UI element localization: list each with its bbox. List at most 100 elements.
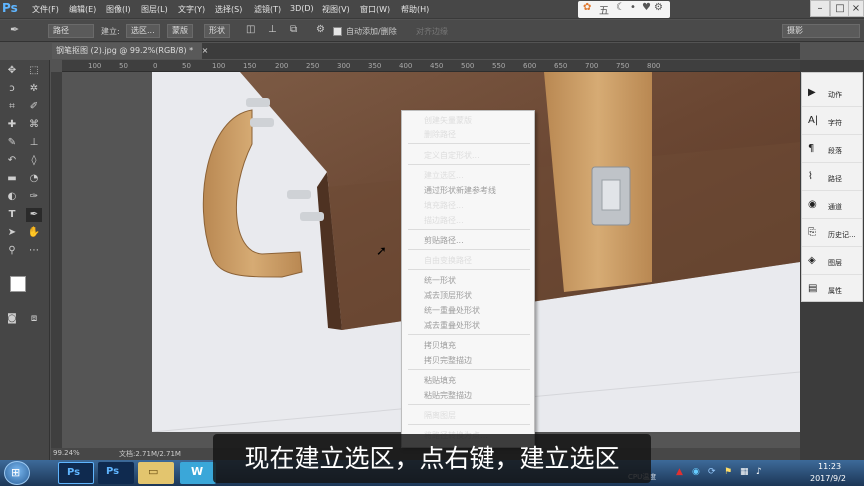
hand-tool-icon[interactable]: ✋ xyxy=(26,226,42,240)
menu-file[interactable]: 文件(F) xyxy=(32,4,59,15)
collapsed-panels: ▶ 动作 A| 字符 ¶ 段落 ⌇ 路径 ◉ 通道 ⎘ 历史记... ◈ 图层 ▤ 属性 xyxy=(801,72,863,302)
minimize-button[interactable]: – xyxy=(810,0,830,17)
workspace-select[interactable]: 摄影 xyxy=(782,24,860,38)
close-button[interactable]: × xyxy=(848,0,864,17)
panel-properties[interactable]: ▤ 属性 xyxy=(802,277,862,303)
menu-separator xyxy=(408,164,530,165)
ime-mode[interactable]: 五 xyxy=(599,2,609,17)
marquee-tool-icon[interactable]: ⬚ xyxy=(26,64,42,78)
dodge-tool-icon[interactable]: ◐ xyxy=(4,190,20,204)
shape-button[interactable]: 形状 xyxy=(204,24,230,38)
tray-alert-icon[interactable]: ▲ xyxy=(676,467,683,477)
arrange-icon[interactable]: ⧉ xyxy=(290,24,297,35)
taskbar-photoshop-1[interactable]: Ps xyxy=(58,462,94,484)
menu-edit[interactable]: 编辑(E) xyxy=(69,4,96,15)
clock-time[interactable]: 11:23 xyxy=(818,462,841,471)
menu-filter[interactable]: 滤镜(T) xyxy=(254,4,281,15)
clock-date[interactable]: 2017/9/2 xyxy=(810,474,846,483)
crop-tool-icon[interactable]: ⌗ xyxy=(4,100,20,114)
maximize-button[interactable]: □ xyxy=(830,0,850,17)
menu-help[interactable]: 帮助(H) xyxy=(401,4,429,15)
type-tool-icon[interactable]: T xyxy=(4,208,20,222)
skin-icon[interactable]: ♥ xyxy=(642,2,651,13)
close-tab-icon[interactable]: × xyxy=(202,46,209,55)
move-tool-icon[interactable]: ✥ xyxy=(4,64,20,78)
tray-action-icon[interactable]: ⚑ xyxy=(724,467,732,477)
menu-type[interactable]: 文字(Y) xyxy=(178,4,205,15)
eraser-tool-icon[interactable]: ◊ xyxy=(26,154,42,168)
quick-mask-icon[interactable]: ◙ xyxy=(4,312,20,326)
panel-history[interactable]: ⎘ 历史记... xyxy=(802,221,862,247)
dot-icon[interactable]: • xyxy=(630,2,636,13)
menu-fill-path[interactable]: 填充路径... xyxy=(424,200,464,211)
menu-layer[interactable]: 图层(L) xyxy=(141,4,168,15)
tray-app-icon[interactable]: ◉ xyxy=(692,467,700,477)
path-select-icon[interactable]: ✒ xyxy=(26,208,42,222)
blur-tool-icon[interactable]: ◔ xyxy=(26,172,42,186)
menu-isolate-layers[interactable]: 隔离图层 xyxy=(424,410,456,421)
menu-free-transform[interactable]: 自由变换路径 xyxy=(424,255,472,266)
menu-stroke-path[interactable]: 描边路径... xyxy=(424,215,464,226)
paw-icon[interactable]: ✿ xyxy=(583,2,591,13)
direct-select-icon[interactable]: ➤ xyxy=(4,226,20,240)
wps-icon: W xyxy=(191,465,204,478)
menu-make-selection[interactable]: 建立选区... xyxy=(424,170,464,181)
lasso-tool-icon[interactable]: ↄ xyxy=(4,82,20,96)
menu-select[interactable]: 选择(S) xyxy=(215,4,242,15)
panel-channels[interactable]: ◉ 通道 xyxy=(802,193,862,219)
brush-tool-icon[interactable]: ✎ xyxy=(4,136,20,150)
gear-icon[interactable]: ⚙ xyxy=(654,2,663,13)
ime-toolbar[interactable]: ✿ 五 ☾ • ♥ ⚙ xyxy=(578,1,670,18)
menu-create-vector-mask[interactable]: 创建矢量蒙版 xyxy=(424,115,472,126)
ruler-mark: 650 xyxy=(554,62,568,70)
selection-button[interactable]: 选区... xyxy=(126,24,160,38)
tray-volume-icon[interactable]: ♪ xyxy=(756,467,762,477)
moon-icon[interactable]: ☾ xyxy=(616,2,625,13)
menu-3d[interactable]: 3D(D) xyxy=(290,4,314,13)
magic-wand-icon[interactable]: ✲ xyxy=(26,82,42,96)
pen-tool-icon[interactable]: ✒ xyxy=(10,23,19,36)
heal-tool-icon[interactable]: ✚ xyxy=(4,118,20,132)
pen-tool-icon[interactable]: ✑ xyxy=(26,190,42,204)
path-ops-icon[interactable]: ◫ xyxy=(246,24,255,35)
tray-sync-icon[interactable]: ⟳ xyxy=(708,467,716,477)
settings-icon[interactable]: ⚙ xyxy=(316,24,325,35)
ruler-mark: 600 xyxy=(523,62,537,70)
history-brush-icon[interactable]: ↶ xyxy=(4,154,20,168)
mask-button[interactable]: 蒙版 xyxy=(167,24,193,38)
panel-actions[interactable]: ▶ 动作 xyxy=(802,81,862,107)
panel-paragraph[interactable]: ¶ 段落 xyxy=(802,137,862,163)
screen-mode-icon[interactable]: ⧈ xyxy=(26,312,42,326)
horizontal-ruler: 100 50 0 50 100 150 200 250 300 350 400 … xyxy=(62,60,800,72)
auto-add-checkbox[interactable] xyxy=(333,27,342,36)
panel-paths[interactable]: ⌇ 路径 xyxy=(802,165,862,191)
menu-image[interactable]: 图像(I) xyxy=(106,4,131,15)
menu-new-guides: 通过形状新建参考线 xyxy=(424,186,496,195)
ruler-mark: 200 xyxy=(275,62,289,70)
tray-network-icon[interactable]: ▦ xyxy=(740,467,749,477)
photoshop-logo[interactable]: Ps xyxy=(2,1,22,18)
foreground-color-swatch[interactable] xyxy=(10,276,26,292)
stamp-tool-icon[interactable]: ⊥ xyxy=(26,136,42,150)
panel-character[interactable]: A| 字符 xyxy=(802,109,862,135)
gradient-tool-icon[interactable]: ▬ xyxy=(4,172,20,186)
document-tab[interactable]: 钢笔抠图 (2).jpg @ 99.2%(RGB/8) * × xyxy=(52,43,208,59)
start-button[interactable]: ⊞ xyxy=(4,461,30,485)
taskbar-explorer[interactable]: ▭ xyxy=(138,462,174,484)
menu-window[interactable]: 窗口(W) xyxy=(360,4,390,15)
patch-tool-icon[interactable]: ⌘ xyxy=(26,118,42,132)
align-edges-label: 对齐边缘 xyxy=(416,27,448,36)
eyedropper-icon[interactable]: ✐ xyxy=(26,100,42,114)
menu-define-shape[interactable]: 定义自定形状... xyxy=(424,150,480,161)
ruler-mark: 100 xyxy=(212,62,226,70)
taskbar-wps[interactable]: W xyxy=(180,462,216,484)
zoom-level[interactable]: 99.24% xyxy=(53,449,80,457)
menu-view[interactable]: 视图(V) xyxy=(322,4,350,15)
more-tools-icon[interactable]: ⋯ xyxy=(26,244,42,258)
align-icon[interactable]: ⊥ xyxy=(268,24,277,35)
zoom-tool-icon[interactable]: ⚲ xyxy=(4,244,20,258)
taskbar-photoshop-2[interactable]: Ps xyxy=(98,462,134,484)
panel-layers[interactable]: ◈ 图层 xyxy=(802,249,862,275)
menu-delete-path[interactable]: 删除路径 xyxy=(424,129,456,140)
mode-select[interactable]: 路径 xyxy=(48,24,94,38)
